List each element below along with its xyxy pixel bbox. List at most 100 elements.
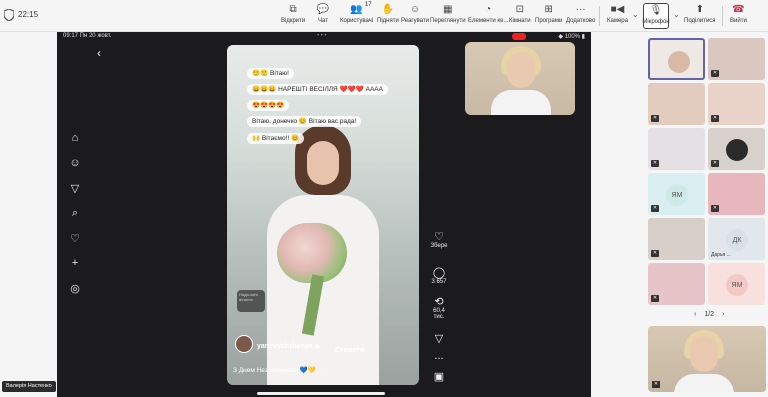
follow-button[interactable]: Стежити — [335, 347, 364, 354]
live-comment: 😍😍😍😍 — [247, 100, 290, 111]
mic-muted-icon: ✕ — [711, 160, 719, 167]
search-icon[interactable]: ⌕ — [67, 207, 83, 220]
more-options-button[interactable]: ... — [427, 350, 451, 362]
mic-muted-icon: ✕ — [651, 250, 659, 257]
self-name-label: Валерія Настенко — [2, 381, 56, 392]
rooms-icon: ⧉ — [289, 3, 297, 15]
chat-button[interactable]: 💬 Чат — [316, 3, 330, 29]
send-icon: ▽ — [434, 333, 444, 345]
people-button[interactable]: 👥 17 Користувачі — [340, 2, 373, 29]
live-comment: Вітаю, донечко 😊 Вітаю вас рада! — [247, 116, 362, 127]
breakout-icon: ⊡ — [515, 3, 524, 15]
toolbar-divider — [599, 6, 600, 26]
participant-tile[interactable]: ✕ — [648, 218, 705, 260]
home-icon[interactable]: ⌂ — [67, 132, 83, 144]
participant-tile[interactable]: ЯМ — [708, 263, 765, 305]
participant-tile[interactable]: ✕ — [648, 128, 705, 170]
page-indicator: 1/2 — [704, 311, 715, 318]
presenter-face — [507, 52, 535, 88]
next-page-icon[interactable]: › — [722, 311, 724, 318]
explore-icon[interactable]: ▽ — [67, 182, 83, 195]
share-icon: ⬆ — [695, 3, 704, 15]
participant-tile[interactable]: ✕ — [648, 83, 705, 125]
mic-options-chevron[interactable]: ⌄ — [673, 10, 680, 19]
friends-icon[interactable]: ☺ — [67, 157, 83, 169]
profile-icon[interactable]: ◎ — [67, 282, 83, 295]
bride-face — [307, 141, 339, 185]
prev-page-icon[interactable]: ‹ — [694, 311, 696, 318]
hand-icon: ✋ — [381, 3, 395, 15]
mic-muted-icon: ✕ — [652, 381, 660, 388]
mic-muted-icon: ✕ — [711, 205, 719, 212]
initials-avatar: ДК — [726, 229, 748, 251]
live-comment: 🙌 Вітаємо!! 😊 — [247, 133, 305, 144]
live-comment: 😄😄😄 НАРЕШТІ ВЕСІЛЛЯ ❤️❤️❤️ АААА — [247, 84, 388, 95]
meeting-timer: 22:15 — [18, 10, 39, 19]
comment-button[interactable]: ◯ 3 657 — [427, 266, 451, 285]
chat-icon: 💬 — [316, 3, 330, 15]
view-button[interactable]: ▦ Переглянути — [430, 3, 466, 29]
participant-tile[interactable]: ✕ — [708, 173, 765, 215]
tiktok-video[interactable] — [227, 45, 419, 385]
apps-button[interactable]: ⊞ Програми — [535, 3, 562, 29]
meeting-toolbar: 22:15 ⧉ Відкрити 💬 Чат 👥 17 Користувачі ✋ Під… — [0, 0, 768, 32]
shield-icon — [4, 9, 14, 21]
presenter-camera — [465, 42, 575, 115]
camera-icon: ■◀ — [610, 3, 625, 15]
rooms-button[interactable]: ⊡ Кімнати — [509, 3, 531, 29]
mic-muted-icon: ✕ — [651, 205, 659, 212]
music-disc[interactable]: ▣ — [427, 370, 451, 383]
microphone-button[interactable]: 🎙 Мікрофон — [642, 3, 670, 29]
mic-muted-icon: ✕ — [651, 115, 659, 122]
elements-icon: ◔ — [485, 3, 492, 15]
react-button[interactable]: ☺ Реагувати — [401, 3, 429, 29]
back-arrow-icon[interactable]: ‹ — [97, 46, 101, 60]
people-icon: 👥 17 — [350, 2, 372, 15]
participant-tile[interactable]: ✕ — [648, 263, 705, 305]
raise-hand-button[interactable]: ✋ Підняти — [377, 3, 399, 29]
status-dots: • • • — [317, 33, 327, 39]
heart-icon: ♡ — [434, 231, 444, 243]
camera-options-chevron[interactable]: ⌄ — [632, 10, 639, 19]
mic-muted-icon: ✕ — [711, 70, 719, 77]
leave-button[interactable]: ☎ Вийти — [730, 3, 747, 29]
avatar — [726, 139, 748, 161]
mic-muted-icon: ✕ — [651, 295, 659, 302]
heart-nav-icon[interactable]: ♡ — [67, 232, 83, 245]
creator-avatar[interactable] — [235, 335, 253, 353]
initials-avatar: ЯМ — [666, 184, 688, 206]
comment-icon: ◯ — [432, 267, 446, 279]
leave-icon: ☎ — [732, 3, 745, 15]
camera-button[interactable]: ■◀ Камера — [607, 3, 628, 29]
send-button[interactable]: ▽ — [427, 332, 451, 345]
self-body — [674, 374, 734, 392]
participant-tile[interactable]: ✕ — [708, 38, 765, 80]
more-button[interactable]: ··· Додатково — [566, 3, 595, 29]
more-dots-icon: ... — [434, 350, 444, 362]
recording-indicator — [512, 33, 526, 40]
creator-username[interactable]: yanevychzhenya ◆ — [257, 342, 320, 350]
grid-pager: ‹ 1/2 › — [690, 311, 728, 318]
music-disc-icon: ▣ — [433, 371, 445, 383]
live-comment: 🙂🙂 Вітаю! — [247, 68, 294, 79]
participant-tile[interactable]: ЯМ ✕ — [648, 173, 705, 215]
share-button[interactable]: ⬆ Поділитися — [684, 3, 716, 29]
smile-icon: ☺ — [409, 3, 421, 15]
participant-tile[interactable] — [648, 38, 705, 80]
gift-card[interactable]: Надіслати вітання — [237, 290, 265, 312]
repost-button[interactable]: ⟲ 60,4 тис. — [427, 295, 451, 320]
elements-button[interactable]: ◔ Елементи ке... — [468, 3, 508, 29]
mic-off-icon: 🎙 — [649, 4, 663, 16]
apps-icon: ⊞ — [544, 3, 553, 15]
open-button[interactable]: ⧉ Відкрити — [281, 3, 305, 29]
initials-avatar: ЯМ — [726, 274, 748, 296]
status-time: 09:17 Пн 20 жовт. — [63, 33, 112, 39]
people-count: 17 — [364, 2, 372, 8]
participant-tile[interactable]: ✕ — [708, 83, 765, 125]
add-icon[interactable]: + — [67, 257, 83, 269]
mic-muted-icon: ✕ — [651, 160, 659, 167]
participant-tile[interactable]: ДК Дарья ... — [708, 218, 765, 260]
participant-tile[interactable]: ✕ — [708, 128, 765, 170]
more-icon: ··· — [575, 3, 586, 15]
like-button[interactable]: ♡ Збере — [427, 230, 451, 249]
